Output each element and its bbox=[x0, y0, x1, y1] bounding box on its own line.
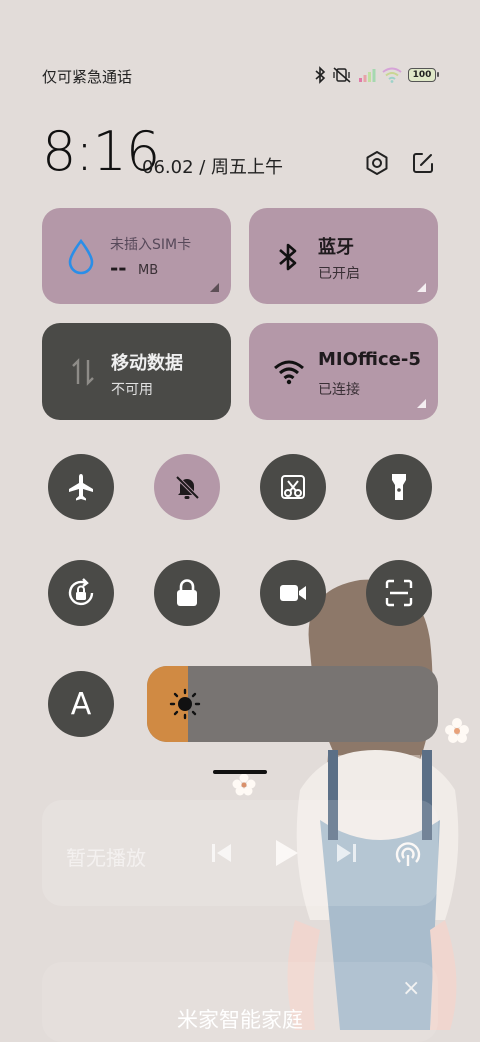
carrier-status: 仅可紧急通话 bbox=[42, 68, 133, 86]
screen-record-toggle[interactable] bbox=[260, 560, 326, 626]
water-drop-icon bbox=[68, 238, 94, 275]
scanner-toggle[interactable] bbox=[366, 560, 432, 626]
drag-handle[interactable] bbox=[213, 770, 267, 774]
mobile-data-title: 移动数据 bbox=[111, 353, 183, 374]
data-usage-value: -- bbox=[110, 256, 127, 280]
mute-toggle[interactable] bbox=[154, 454, 220, 520]
wifi-status: 已连接 bbox=[318, 382, 360, 398]
rotate-lock-icon bbox=[68, 578, 94, 606]
cast-icon[interactable] bbox=[394, 840, 422, 868]
bluetooth-icon bbox=[315, 66, 326, 84]
flower-decoration bbox=[232, 773, 256, 796]
mobile-data-status: 不可用 bbox=[111, 382, 153, 398]
settings-icon[interactable] bbox=[362, 148, 392, 178]
media-status-label: 暂无播放 bbox=[66, 846, 146, 870]
flashlight-icon bbox=[392, 474, 406, 500]
flower-decoration bbox=[445, 718, 469, 743]
clock-date: 06.02 / 周五上午 bbox=[142, 157, 284, 178]
expand-corner-icon bbox=[417, 399, 426, 408]
expand-corner-icon bbox=[210, 283, 219, 292]
battery-icon: 100 bbox=[408, 68, 439, 82]
lock-icon bbox=[177, 579, 197, 606]
wifi-icon bbox=[274, 360, 304, 385]
media-card[interactable]: 暂无播放 bbox=[42, 800, 438, 906]
scan-icon bbox=[385, 579, 413, 607]
airplane-mode-toggle[interactable] bbox=[48, 454, 114, 520]
play-icon[interactable] bbox=[272, 838, 300, 868]
edit-icon[interactable] bbox=[408, 148, 438, 178]
mobile-data-tile[interactable]: 移动数据 不可用 bbox=[42, 323, 231, 420]
bluetooth-icon bbox=[279, 243, 297, 271]
scissors-icon bbox=[281, 475, 305, 499]
next-icon[interactable] bbox=[334, 842, 358, 864]
expand-corner-icon bbox=[417, 283, 426, 292]
bluetooth-status: 已开启 bbox=[318, 266, 360, 282]
screenshot-toggle[interactable] bbox=[260, 454, 326, 520]
wifi-icon bbox=[382, 67, 402, 83]
auto-brightness-label: A bbox=[70, 686, 92, 722]
auto-brightness-toggle[interactable]: A bbox=[48, 671, 114, 737]
brightness-slider[interactable] bbox=[147, 666, 438, 742]
airplane-icon bbox=[69, 474, 93, 501]
bluetooth-title: 蓝牙 bbox=[318, 237, 354, 258]
data-usage-tile[interactable]: 未插入SIM卡 -- MB bbox=[42, 208, 231, 304]
lock-screen-toggle[interactable] bbox=[154, 560, 220, 626]
data-arrows-icon bbox=[72, 358, 94, 386]
sim-status-label: 未插入SIM卡 bbox=[110, 237, 192, 253]
signal-icon bbox=[359, 69, 376, 82]
auto-rotate-toggle[interactable] bbox=[48, 560, 114, 626]
status-icons: 100 bbox=[314, 64, 439, 86]
bluetooth-tile[interactable]: 蓝牙 已开启 bbox=[249, 208, 438, 304]
wifi-title: MIOffice-5 bbox=[318, 349, 421, 370]
previous-icon[interactable] bbox=[210, 842, 234, 864]
flashlight-toggle[interactable] bbox=[366, 454, 432, 520]
sun-icon bbox=[169, 688, 201, 720]
wifi-tile[interactable]: MIOffice-5 已连接 bbox=[249, 323, 438, 420]
mute-vibrate-icon bbox=[333, 67, 351, 83]
data-usage-unit: MB bbox=[138, 263, 159, 278]
smart-home-label[interactable]: 米家智能家庭 bbox=[0, 1004, 480, 1034]
bell-off-icon bbox=[175, 475, 200, 500]
close-icon[interactable]: × bbox=[402, 976, 420, 1001]
battery-level: 100 bbox=[412, 70, 432, 80]
video-icon bbox=[280, 585, 306, 601]
